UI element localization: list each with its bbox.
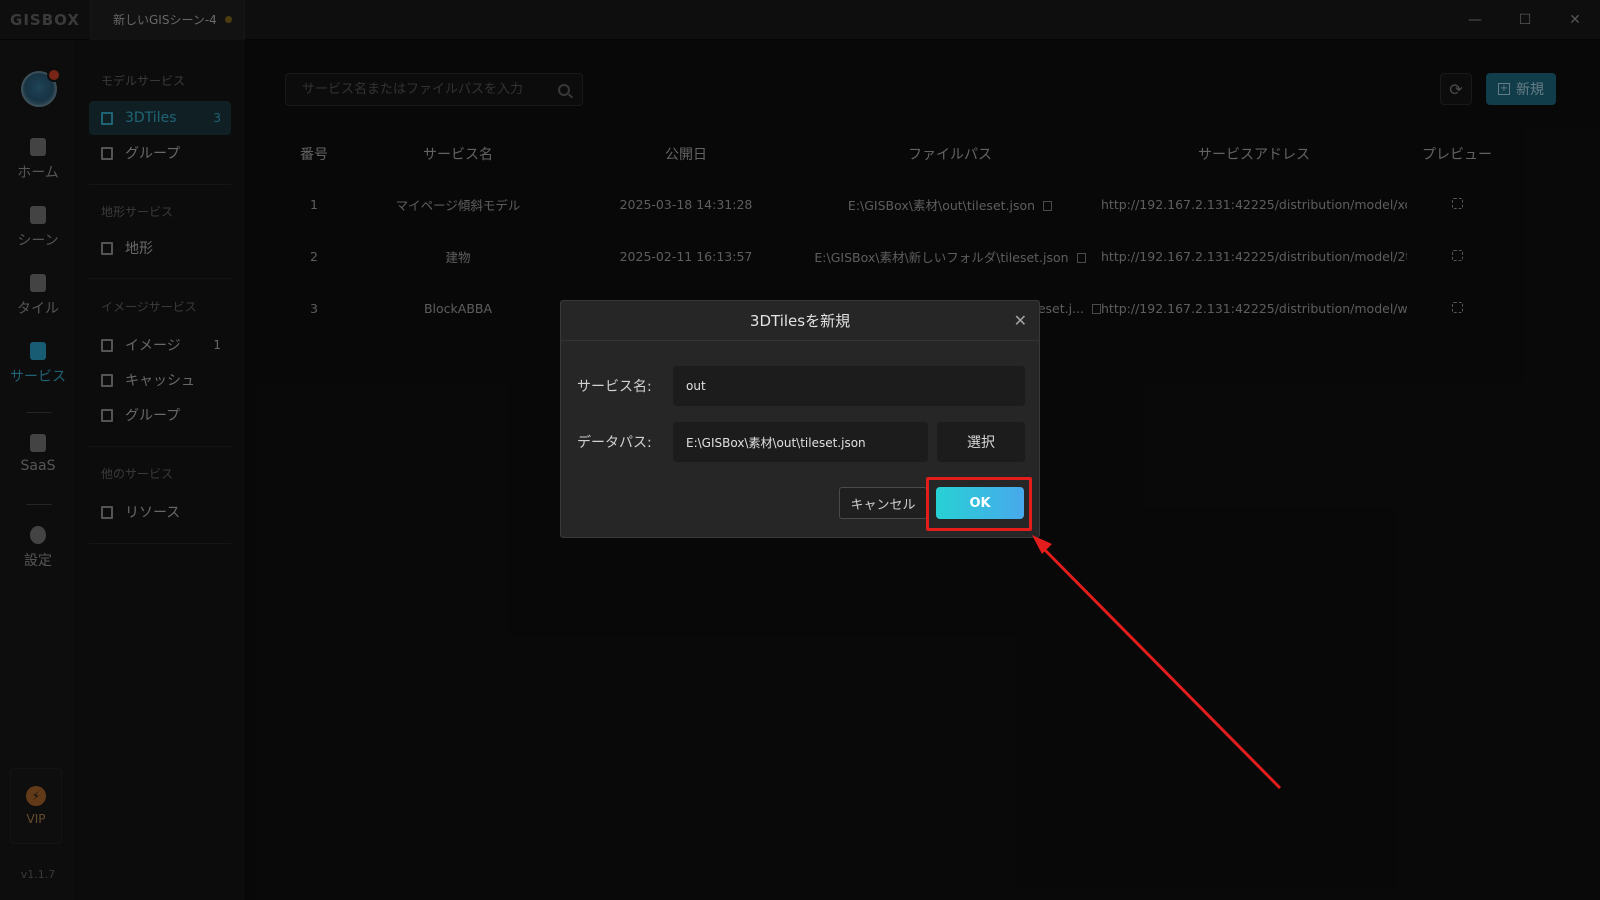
service-name-label: サービス名: [577, 379, 652, 395]
service-name-input[interactable]: out [673, 366, 1025, 406]
dialog-title: 3DTilesを新規 [749, 312, 851, 330]
ok-highlight-box [926, 477, 1032, 531]
cancel-button[interactable]: キャンセル [839, 487, 927, 519]
data-path-label: データパス: [577, 435, 652, 451]
select-path-button[interactable]: 選択 [937, 422, 1025, 462]
service-name-row: サービス名: out [577, 366, 1025, 406]
close-icon[interactable]: ✕ [1014, 311, 1027, 330]
dialog-header: 3DTilesを新規 ✕ [561, 301, 1039, 341]
data-path-row: データパス: E:\GISBox\素材\out\tileset.json 選択 [577, 422, 1025, 462]
data-path-input[interactable]: E:\GISBox\素材\out\tileset.json [673, 422, 928, 462]
